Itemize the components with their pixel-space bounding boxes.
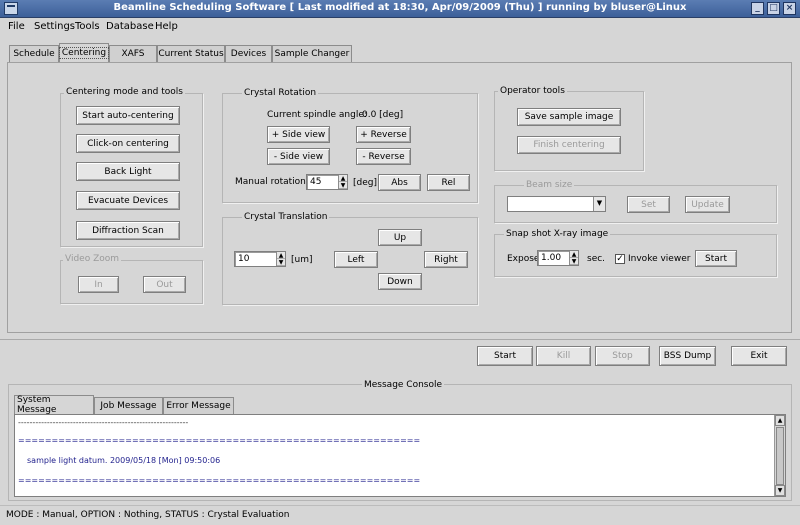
- expose-value: 1.00: [541, 253, 562, 263]
- centering-mode-title: Centering mode and tools: [64, 87, 185, 97]
- manual-rotation-spinner[interactable]: 45 ▲ ▼: [306, 174, 348, 190]
- up-button[interactable]: Up: [378, 229, 422, 246]
- beam-size-title: Beam size: [524, 180, 575, 190]
- tab-sample-changer[interactable]: Sample Changer: [272, 45, 352, 62]
- invoke-viewer-checkbox[interactable]: ✓: [615, 254, 625, 264]
- message-console-title: Message Console: [362, 380, 445, 390]
- stop-button[interactable]: Stop: [595, 346, 650, 366]
- start-button[interactable]: Start: [477, 346, 533, 366]
- minus-side-view-button[interactable]: - Side view: [267, 148, 330, 165]
- log-line: ========================================…: [18, 476, 421, 485]
- rotation-unit-label: [deg]: [353, 178, 377, 188]
- beam-set-button[interactable]: Set: [627, 196, 670, 213]
- crystal-translation-title: Crystal Translation: [242, 212, 330, 222]
- menu-bar: File Settings Tools Database Help: [0, 18, 800, 36]
- status-text: MODE : Manual, OPTION : Nothing, STATUS …: [6, 510, 290, 520]
- expose-label: Expose: [507, 254, 540, 264]
- chevron-down-icon[interactable]: ▼: [593, 197, 605, 211]
- tab-centering[interactable]: Centering: [58, 43, 110, 62]
- close-button[interactable]: ×: [783, 2, 796, 15]
- evacuate-devices-button[interactable]: Evacuate Devices: [76, 191, 180, 210]
- maximize-button[interactable]: □: [767, 2, 780, 15]
- expose-spinner[interactable]: 1.00 ▲ ▼: [537, 250, 579, 266]
- tab-devices[interactable]: Devices: [225, 45, 272, 62]
- tab-error-message[interactable]: Error Message: [163, 397, 234, 414]
- snapshot-start-button[interactable]: Start: [695, 250, 737, 267]
- beam-update-button[interactable]: Update: [685, 196, 730, 213]
- snapshot-title: Snap shot X-ray image: [504, 229, 611, 239]
- tab-schedule[interactable]: Schedule: [9, 45, 59, 62]
- status-bar: MODE : Manual, OPTION : Nothing, STATUS …: [0, 505, 800, 525]
- tab-xafs[interactable]: XAFS: [109, 45, 157, 62]
- zoom-in-button[interactable]: In: [78, 276, 119, 293]
- menu-settings[interactable]: Settings: [34, 21, 75, 32]
- finish-centering-button[interactable]: Finish centering: [517, 136, 621, 154]
- menu-database[interactable]: Database: [106, 21, 154, 32]
- expose-unit-label: sec.: [587, 254, 606, 264]
- zoom-out-button[interactable]: Out: [143, 276, 186, 293]
- diffraction-scan-button[interactable]: Diffraction Scan: [76, 221, 180, 240]
- minus-reverse-button[interactable]: - Reverse: [356, 148, 411, 165]
- scroll-down-icon[interactable]: ▼: [775, 485, 785, 496]
- translation-unit-label: [um]: [291, 255, 313, 265]
- rel-button[interactable]: Rel: [427, 174, 470, 191]
- down-button[interactable]: Down: [378, 273, 422, 290]
- tab-job-message[interactable]: Job Message: [94, 397, 163, 414]
- translation-step-spinner[interactable]: 10 ▲ ▼: [234, 251, 286, 267]
- abs-button[interactable]: Abs: [378, 174, 421, 191]
- operator-tools-title: Operator tools: [498, 86, 567, 96]
- menu-tools[interactable]: Tools: [75, 21, 100, 32]
- minimize-button[interactable]: _: [751, 2, 764, 15]
- tab-current-status[interactable]: Current Status: [157, 45, 225, 62]
- scroll-thumb[interactable]: [776, 427, 784, 485]
- message-log[interactable]: ----------------------------------------…: [14, 414, 786, 497]
- exit-button[interactable]: Exit: [731, 346, 787, 366]
- start-auto-centering-button[interactable]: Start auto-centering: [76, 106, 180, 125]
- window-title: Beamline Scheduling Software [ Last modi…: [113, 2, 687, 13]
- save-sample-image-button[interactable]: Save sample image: [517, 108, 621, 126]
- manual-rotation-label: Manual rotation: [235, 177, 306, 187]
- spinner-arrows-icon[interactable]: ▲ ▼: [276, 252, 285, 266]
- title-bar: Beamline Scheduling Software [ Last modi…: [0, 0, 800, 18]
- vertical-scrollbar[interactable]: ▲ ▼: [774, 415, 785, 496]
- tab-system-message[interactable]: System Message: [14, 395, 94, 415]
- menu-help[interactable]: Help: [155, 21, 178, 32]
- kill-button[interactable]: Kill: [536, 346, 591, 366]
- right-button[interactable]: Right: [424, 251, 468, 268]
- spindle-angle-label: Current spindle angle:: [267, 110, 367, 120]
- beam-size-select[interactable]: ▼: [507, 196, 606, 212]
- spinner-arrows-icon[interactable]: ▲ ▼: [338, 175, 347, 189]
- back-light-button[interactable]: Back Light: [76, 162, 180, 181]
- manual-rotation-value: 45: [310, 177, 322, 187]
- menu-file[interactable]: File: [8, 21, 25, 32]
- log-line: sample light datum. 2009/05/18 [Mon] 09:…: [27, 456, 221, 465]
- invoke-viewer-label: Invoke viewer: [628, 254, 691, 264]
- spindle-angle-value: 0.0 [deg]: [362, 110, 404, 120]
- log-line: ----------------------------------------…: [18, 418, 189, 427]
- log-line: ========================================…: [18, 436, 421, 445]
- plus-side-view-button[interactable]: + Side view: [267, 126, 330, 143]
- separator: [0, 339, 800, 340]
- spinner-arrows-icon[interactable]: ▲ ▼: [569, 251, 578, 265]
- click-on-centering-button[interactable]: Click-on centering: [76, 134, 180, 153]
- crystal-rotation-title: Crystal Rotation: [242, 88, 319, 98]
- video-zoom-title: Video Zoom: [63, 254, 122, 264]
- translation-step-value: 10: [238, 254, 250, 264]
- left-button[interactable]: Left: [334, 251, 378, 268]
- bss-dump-button[interactable]: BSS Dump: [659, 346, 716, 366]
- plus-reverse-button[interactable]: + Reverse: [356, 126, 411, 143]
- scroll-up-icon[interactable]: ▲: [775, 415, 785, 426]
- operator-tools-group: [494, 91, 644, 171]
